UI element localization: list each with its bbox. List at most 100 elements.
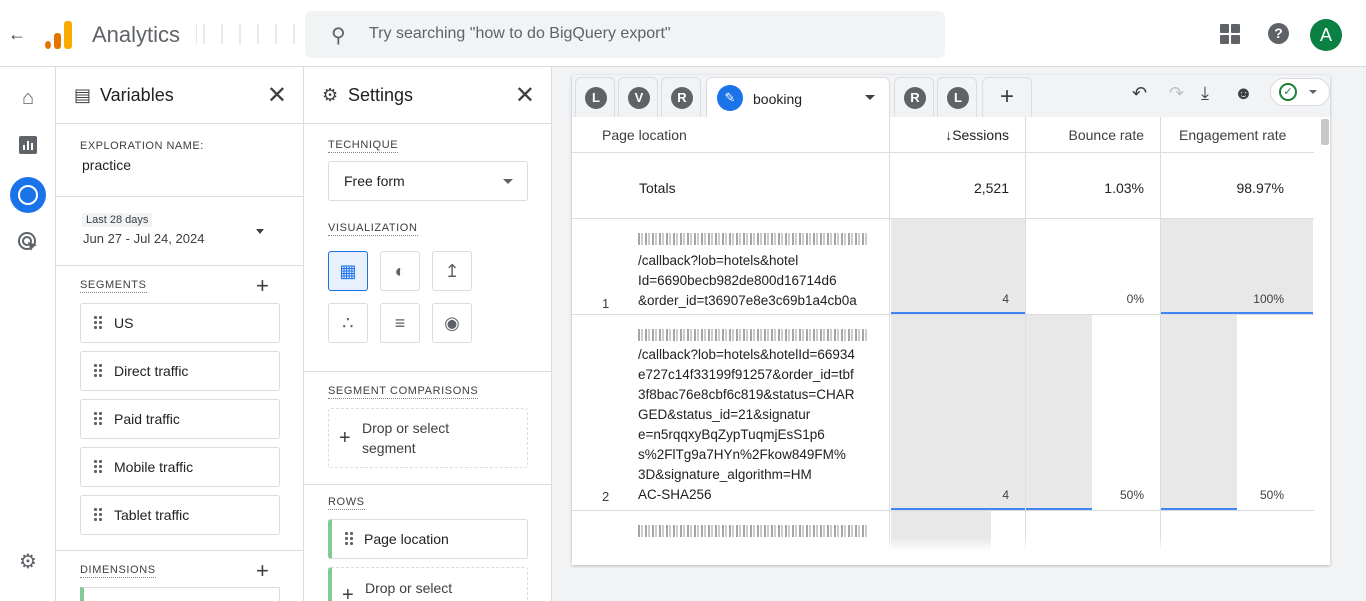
header-engagement-rate[interactable]: Engagement rate [1161,117,1314,153]
back-arrow-icon[interactable]: ← [8,24,26,45]
page-url-line: /callback?lob=hotels&hotelId=66934 [638,347,855,362]
date-badge: Last 28 days [82,213,153,227]
close-icon[interactable]: ✕ [267,81,287,110]
add-tab-button[interactable]: + [982,77,1032,117]
segment-label: Paid traffic [114,411,180,427]
tab-v[interactable]: V [618,77,658,117]
variables-icon: ▤ [74,85,92,105]
drag-handle-icon[interactable] [93,363,103,379]
segment-chip[interactable]: US [80,303,280,343]
row-index: 2 [602,489,610,504]
gear-icon[interactable]: ⚙ [16,549,40,573]
tab-l[interactable]: L [937,77,977,117]
drag-handle-icon[interactable] [93,315,103,331]
tab-letter: L [947,87,969,109]
search-icon: ⚲ [331,25,346,47]
page-url-line: 3D&signature_algorithm=HM [638,467,812,482]
segment-drop-zone[interactable]: + Drop or select segment [328,408,528,468]
settings-header: ⚙ Settings ✕ [304,67,551,124]
check-circle-icon: ✓ [1279,83,1297,101]
close-icon[interactable]: ✕ [515,81,535,110]
drag-handle-icon[interactable] [344,531,354,547]
row-chip[interactable]: Page location [328,519,528,559]
undo-icon[interactable]: ↶ [1132,83,1147,104]
dimension-chip[interactable] [80,587,280,601]
tab-name: booking [753,91,803,107]
geo-map-icon[interactable]: ◉ [432,303,472,343]
header-page-location[interactable]: Page location [572,117,890,153]
target-click-icon[interactable] [16,231,40,255]
page-url-line: e=n5rqqxyBqZypTuqmjEsS1p6 [638,427,825,442]
add-dimension-icon[interactable]: + [256,558,269,584]
drag-handle-icon[interactable] [93,459,103,475]
page-url-line: GED&status_id=21&signatur [638,407,811,422]
drag-handle-icon[interactable] [93,411,103,427]
date-dropdown-icon[interactable] [256,229,264,234]
help-icon[interactable]: ? [1268,23,1289,44]
data-table: Page location ↓Sessions Bounce rate Enga… [572,117,1314,552]
home-icon[interactable]: ⌂ [16,87,40,111]
segment-chip[interactable]: Tablet traffic [80,495,280,535]
totals-bounce: 1.03% [1026,153,1161,219]
chevron-down-icon[interactable] [865,95,875,100]
cell-engagement: 100% [1161,219,1314,315]
donut-chart-icon[interactable]: ◐ [380,251,420,291]
tab-r[interactable]: R [661,77,701,117]
vertical-scrollbar[interactable] [1320,117,1330,552]
header-bounce-rate[interactable]: Bounce rate [1026,117,1161,153]
app-title: Analytics [92,22,181,47]
rows-label: ROWS [328,496,365,510]
top-bar: ← Analytics ⚲ Try searching "how to do B… [0,0,1366,67]
page-url-line: &order_id=t36907e8e3c69b1a4cb0a [638,293,857,308]
segment-chip[interactable]: Direct traffic [80,351,280,391]
variables-panel: ▤ Variables ✕ EXPLORATION NAME: practice… [56,67,304,601]
technique-select[interactable]: Free form [328,161,528,201]
date-range[interactable]: Jun 27 - Jul 24, 2024 [83,231,204,246]
plus-icon: + [339,427,351,449]
totals-value: 1.03% [1104,180,1144,196]
status-button[interactable]: ✓ [1270,78,1330,106]
bar-chart-icon[interactable]: ≡ [380,303,420,343]
table-viz-icon[interactable]: ▦ [328,251,368,291]
download-icon[interactable]: ⤓ [1201,83,1209,104]
table-row[interactable]: 2 /callback?lob=hotels&hotelId=66934 e72… [572,315,890,511]
tab-l[interactable]: L [575,77,615,117]
segment-chip[interactable]: Mobile traffic [80,447,280,487]
engagement-bar [1161,219,1313,314]
drag-handle-icon[interactable] [93,507,103,523]
table-row[interactable]: 1 /callback?lob=hotels&hotel Id=6690becb… [572,219,890,315]
row-drop-zone[interactable]: + Drop or select [328,567,528,601]
header-label: Engagement rate [1179,127,1287,143]
sessions-bar [891,315,1025,510]
segment-comparisons-label: SEGMENT COMPARISONS [328,385,479,399]
drop-zone-text: segment [362,440,416,456]
tab-r[interactable]: R [894,77,934,117]
header-label: ↓Sessions [945,127,1009,143]
page-url-line: e727c14f33199f91257&order_id=tbf [638,367,854,382]
analytics-logo[interactable] [45,19,75,49]
segment-label: Direct traffic [114,363,189,379]
redo-icon: ↷ [1169,83,1185,103]
apps-grid-icon[interactable] [1220,24,1240,44]
cell-bounce: 50% [1026,315,1161,511]
header-sessions[interactable]: ↓Sessions [890,117,1026,153]
line-chart-icon[interactable]: ↥ [432,251,472,291]
exploration-name-label: EXPLORATION NAME: [80,140,204,152]
exploration-name-input[interactable]: practice [82,157,131,173]
share-user-icon[interactable]: ☻ [1234,83,1253,104]
account-selector-blurred[interactable] [196,24,296,44]
segment-label: Mobile traffic [114,459,194,475]
search-placeholder: Try searching "how to do BigQuery export… [369,25,671,42]
add-segment-icon[interactable]: + [256,273,269,299]
cell-value: 100% [1253,292,1284,306]
segment-chip[interactable]: Paid traffic [80,399,280,439]
explore-icon[interactable] [10,177,46,213]
plus-icon: + [342,584,354,601]
drop-zone-text: Drop or select [365,580,453,596]
tab-booking[interactable]: ✎ booking [706,77,890,117]
search-bar[interactable]: ⚲ Try searching "how to do BigQuery expo… [305,11,945,58]
avatar[interactable]: A [1310,19,1342,51]
bar-chart-icon[interactable] [16,135,40,159]
scatter-plot-icon[interactable]: ∴ [328,303,368,343]
settings-panel: ⚙ Settings ✕ TECHNIQUE Free form VISUALI… [304,67,552,601]
